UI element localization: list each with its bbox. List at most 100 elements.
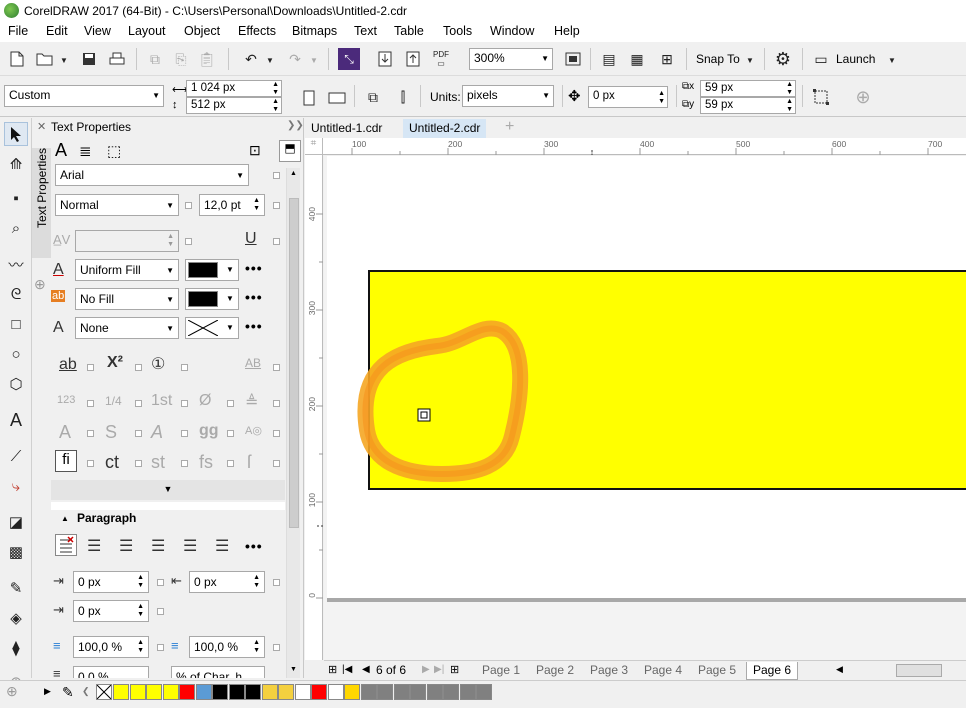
paste-icon[interactable]: 📋︎: [196, 48, 218, 70]
historical-checkbox[interactable]: [181, 460, 188, 467]
show-rulers-icon[interactable]: ▤: [598, 48, 620, 70]
landscape-icon[interactable]: [326, 87, 348, 109]
ligatures-icon[interactable]: ﬁ: [55, 450, 77, 472]
new-tab-icon[interactable]: +: [505, 118, 514, 136]
collapse-docker-icon[interactable]: ❯❯: [287, 120, 304, 131]
palette-swatch[interactable]: [129, 684, 146, 700]
kerning-input[interactable]: ▲ ▼: [75, 230, 179, 252]
palette-swatch[interactable]: [146, 684, 162, 700]
smart-fill-icon[interactable]: ⧫: [4, 636, 28, 660]
background-fill-select[interactable]: No Fill ▼: [75, 288, 179, 310]
interactive-fill-icon[interactable]: ◈: [4, 606, 28, 630]
fill-settings-icon[interactable]: •••: [245, 260, 263, 276]
first-line-checkbox[interactable]: [273, 579, 280, 586]
horizontal-ruler[interactable]: 100 200 300 400 500 600 700: [323, 138, 966, 155]
zero-checkbox[interactable]: [227, 400, 234, 407]
close-icon[interactable]: ✕: [37, 120, 46, 133]
left-indent-input[interactable]: 0 px ▲ ▼: [73, 571, 149, 593]
fractions-checkbox[interactable]: [135, 400, 142, 407]
docker-scroll-thumb[interactable]: [289, 198, 299, 528]
menu-layout[interactable]: Layout: [128, 24, 166, 38]
next-page-icon[interactable]: ▶: [422, 664, 430, 675]
page-frame-icon[interactable]: [810, 86, 832, 108]
titling-alternates-icon[interactable]: A: [59, 422, 71, 443]
eyedropper-icon[interactable]: ✎: [4, 576, 28, 600]
underline-icon[interactable]: U: [245, 230, 257, 248]
menu-text[interactable]: Text: [354, 24, 377, 38]
menu-view[interactable]: View: [84, 24, 111, 38]
options-gear-icon[interactable]: ⚙: [772, 48, 794, 70]
palette-swatch[interactable]: [443, 684, 459, 700]
palette-swatch[interactable]: [278, 684, 294, 700]
stylistic-set-icon[interactable]: S: [105, 422, 117, 443]
zoom-tool-icon[interactable]: ⌕: [4, 216, 28, 240]
full-screen-icon[interactable]: [562, 48, 584, 70]
menu-file[interactable]: File: [8, 24, 28, 38]
previous-page-icon[interactable]: ◀: [362, 664, 370, 675]
publish-pdf-icon[interactable]: PDF ▭: [430, 48, 452, 70]
ordinals-icon[interactable]: 1st: [151, 392, 172, 410]
duplicate-x-input[interactable]: 59 px ▲ ▼: [700, 80, 796, 97]
enclosed-number-icon[interactable]: ①: [151, 354, 165, 374]
enclosed-checkbox[interactable]: [181, 364, 188, 371]
export-icon[interactable]: [402, 48, 424, 70]
palette-swatch[interactable]: [212, 684, 228, 700]
menu-window[interactable]: Window: [490, 24, 534, 38]
palette-swatch[interactable]: [344, 684, 360, 700]
right-indent-checkbox[interactable]: [157, 608, 164, 615]
open-folder-icon[interactable]: [34, 48, 56, 70]
paragraph-collapse-icon[interactable]: ▲: [61, 514, 69, 523]
tab-untitled-2[interactable]: Untitled-2.cdr: [403, 119, 487, 138]
no-alignment-icon[interactable]: [55, 534, 77, 556]
scroll-down-icon[interactable]: ▼: [290, 666, 297, 673]
add-docker-icon[interactable]: ⊕: [34, 276, 46, 293]
all-caps-icon[interactable]: AB: [245, 356, 261, 370]
font-checkbox[interactable]: [273, 172, 280, 179]
palette-swatch[interactable]: [426, 684, 443, 700]
fill-color-picker[interactable]: ▼: [185, 259, 239, 281]
print-icon[interactable]: [106, 48, 128, 70]
orange-brush-stroke[interactable]: [327, 156, 966, 598]
save-icon[interactable]: [78, 48, 100, 70]
launch-icon[interactable]: ▭: [810, 48, 832, 70]
page-tab-5[interactable]: Page 5: [692, 662, 742, 680]
undo-dropdown-icon[interactable]: ▼: [266, 56, 274, 65]
search-content-icon[interactable]: ⤡: [338, 48, 360, 70]
text-tool-icon[interactable]: A: [4, 408, 28, 432]
space-after-checkbox[interactable]: [273, 644, 280, 651]
tab-untitled-1[interactable]: Untitled-1.cdr: [305, 119, 389, 138]
units-select[interactable]: pixels ▼: [462, 85, 554, 107]
open-dropdown-icon[interactable]: ▼: [60, 56, 68, 65]
snap-to-button[interactable]: Snap To: [696, 52, 740, 66]
outline-settings-icon[interactable]: •••: [245, 318, 263, 334]
freehand-tool-icon[interactable]: 〰: [4, 252, 28, 276]
current-page-icon[interactable]: ⫿: [392, 86, 414, 108]
numerals-icon[interactable]: 123: [57, 394, 75, 406]
size-checkbox[interactable]: [273, 202, 280, 209]
page-area[interactable]: [327, 156, 966, 598]
font-size-input[interactable]: 12,0 pt ▲ ▼: [199, 194, 265, 216]
menu-help[interactable]: Help: [554, 24, 580, 38]
swash-icon[interactable]: A: [151, 422, 163, 443]
align-left-icon[interactable]: ☰: [87, 536, 101, 556]
undo-icon[interactable]: ↶: [240, 48, 262, 70]
force-justify-icon[interactable]: ☰: [215, 536, 229, 556]
menu-table[interactable]: Table: [394, 24, 424, 38]
no-color-swatch[interactable]: [96, 684, 112, 700]
expand-character-icon[interactable]: ▼: [51, 480, 285, 500]
duplicate-y-input[interactable]: 59 px ▲ ▼: [700, 97, 796, 114]
historical-ligatures-icon[interactable]: st: [151, 452, 165, 473]
line-spacing-input[interactable]: 0,0 %: [73, 666, 149, 678]
docker-scrollbar[interactable]: ▲ ▼: [286, 168, 300, 678]
space-after-input[interactable]: 100,0 % ▲ ▼: [189, 636, 265, 658]
palette-swatch[interactable]: [393, 684, 410, 700]
vertical-ruler[interactable]: 400 300 200 100 0: [305, 155, 323, 660]
style-checkbox[interactable]: [185, 202, 192, 209]
right-indent-input[interactable]: 0 px ▲ ▼: [73, 600, 149, 622]
page-tab-4[interactable]: Page 4: [638, 662, 688, 680]
menu-edit[interactable]: Edit: [46, 24, 68, 38]
palette-swatch[interactable]: [311, 684, 327, 700]
frame-section-icon[interactable]: ⬚: [107, 142, 121, 160]
zoom-level-select[interactable]: 300% ▼: [469, 48, 553, 70]
palette-collapse-icon[interactable]: ❮: [82, 686, 90, 697]
